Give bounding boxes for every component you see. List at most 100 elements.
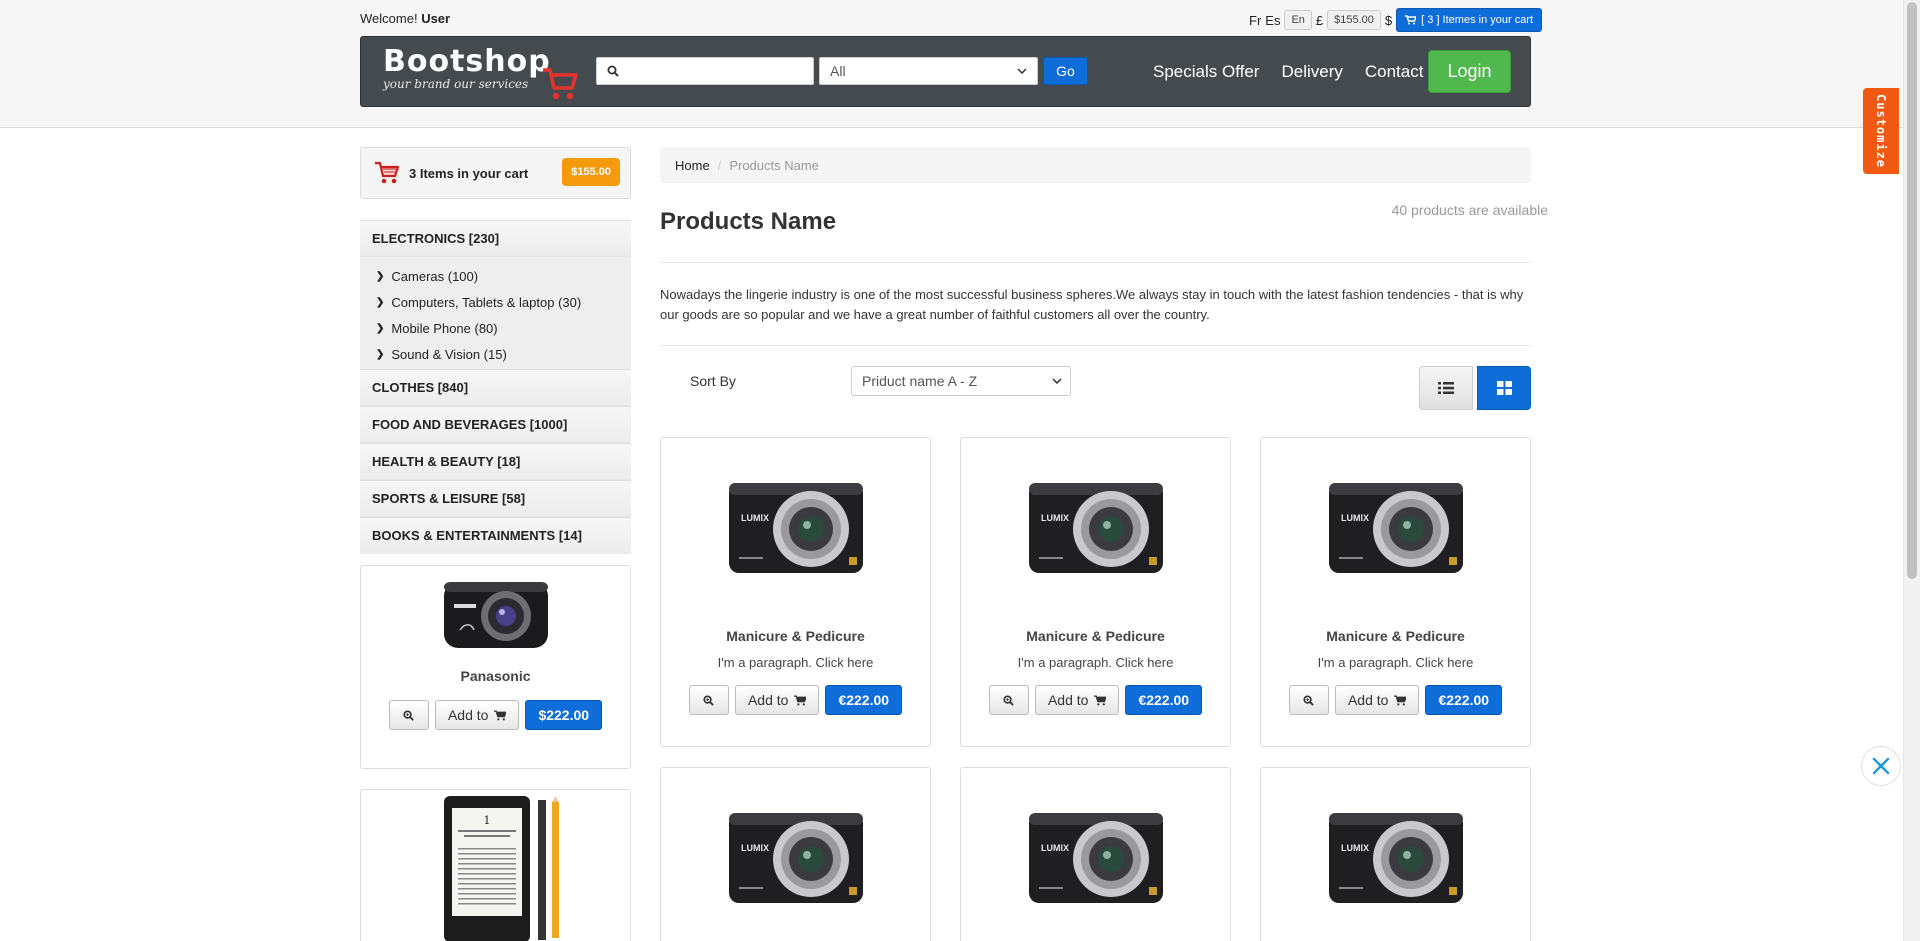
product-image[interactable]: LUMIX xyxy=(661,780,930,930)
add-to-cart-button[interactable]: Add to xyxy=(434,700,520,730)
zoom-icon xyxy=(1303,694,1315,706)
zoom-button[interactable] xyxy=(988,685,1029,715)
product-card: LUMIX Manicure & Pedicure I'm a paragrap… xyxy=(660,437,931,747)
add-to-cart-button[interactable]: Add to xyxy=(1334,685,1420,715)
logo[interactable]: Bootshop your brand our services xyxy=(383,46,578,100)
svg-text:1: 1 xyxy=(483,814,490,827)
lang-fr[interactable]: Fr xyxy=(1249,13,1261,28)
sort-select[interactable]: Priduct name A - Z xyxy=(851,366,1071,396)
zoom-button[interactable] xyxy=(688,685,729,715)
zoom-icon xyxy=(1003,694,1015,706)
header-band: Welcome! User Fr Es En £ $155.00 $ [ 3 ]… xyxy=(0,0,1903,128)
product-card: LUMIX xyxy=(960,767,1231,941)
product-image[interactable]: LUMIX xyxy=(661,450,930,600)
nav-link-specials[interactable]: Specials Offer xyxy=(1153,62,1259,82)
login-button[interactable]: Login xyxy=(1428,50,1511,93)
camera-image: LUMIX xyxy=(1028,813,1163,903)
add-to-cart-label: Add to xyxy=(1047,692,1089,708)
camera-image: LUMIX xyxy=(728,483,863,573)
list-view-button[interactable] xyxy=(1419,366,1473,410)
product-description: I'm a paragraph. Click here xyxy=(717,655,874,670)
customize-label: Customize xyxy=(1874,93,1888,169)
compact-camera-image xyxy=(443,582,548,648)
sidebar-featured-product: Panasonic Add to $222.00 xyxy=(360,565,631,769)
lang-en[interactable]: En xyxy=(1284,10,1312,30)
customize-tab[interactable]: Customize xyxy=(1863,88,1899,174)
product-card: LUMIX Manicure & Pedicure I'm a paragrap… xyxy=(1260,437,1531,747)
product-image[interactable]: 1 xyxy=(361,794,630,941)
add-to-cart-label: Add to xyxy=(747,692,789,708)
price-button[interactable]: $222.00 xyxy=(525,700,603,730)
product-image[interactable] xyxy=(361,572,630,656)
sidebar-cart-text: 3 Items in your cart xyxy=(409,165,529,181)
svg-text:LUMIX: LUMIX xyxy=(1341,513,1369,523)
subcategory-mobile[interactable]: ❯ Mobile Phone (80) xyxy=(360,315,631,341)
subcategory-label: Sound & Vision (15) xyxy=(391,346,507,362)
currency-gbp[interactable]: £ xyxy=(1316,13,1323,28)
product-card: LUMIX xyxy=(1260,767,1531,941)
zoom-icon xyxy=(703,694,715,706)
scrollbar-thumb[interactable] xyxy=(1907,2,1917,579)
product-name[interactable]: Manicure & Pedicure xyxy=(1261,628,1530,644)
electronics-subcategories: ❯ Cameras (100) ❯ Computers, Tablets & lap… xyxy=(360,257,631,369)
category-electronics[interactable]: ELECTRONICS [230] xyxy=(360,220,631,257)
price-button[interactable]: €222.00 xyxy=(825,685,903,715)
category-select[interactable]: All xyxy=(819,57,1038,85)
subcategory-sound[interactable]: ❯ Sound & Vision (15) xyxy=(360,341,631,367)
category-description: Nowadays the lingerie industry is one of… xyxy=(660,287,1524,322)
lang-es[interactable]: Es xyxy=(1265,13,1280,28)
sidebar-cart-summary[interactable]: 3 Items in your cart $155.00 xyxy=(360,147,631,199)
nav-link-delivery[interactable]: Delivery xyxy=(1281,62,1342,82)
category-food[interactable]: FOOD AND BEVERAGES [1000] xyxy=(360,406,631,443)
category-books[interactable]: BOOKS & ENTERTAINMENTS [14] xyxy=(360,517,631,554)
breadcrumb-home[interactable]: Home xyxy=(675,158,710,173)
add-to-cart-button[interactable]: Add to xyxy=(1034,685,1120,715)
products-available: 40 products are available xyxy=(1391,202,1548,218)
floating-tool-button[interactable] xyxy=(1861,746,1901,786)
welcome-prefix: Welcome! xyxy=(360,11,418,26)
svg-text:LUMIX: LUMIX xyxy=(741,513,769,523)
nav-link-contact[interactable]: Contact xyxy=(1365,62,1424,82)
grid-view-button[interactable] xyxy=(1477,366,1531,410)
search-box[interactable] xyxy=(596,57,814,85)
camera-image: LUMIX xyxy=(1328,813,1463,903)
zoom-button[interactable] xyxy=(1288,685,1329,715)
product-card: LUMIX Manicure & Pedicure I'm a paragrap… xyxy=(960,437,1231,747)
search-input[interactable] xyxy=(627,63,807,79)
page-scrollbar[interactable] xyxy=(1903,0,1920,941)
ereader-image: 1 xyxy=(443,796,559,941)
logo-cart-icon xyxy=(543,68,578,100)
product-image[interactable]: LUMIX xyxy=(961,450,1230,600)
header-cart-button[interactable]: [ 3 ] Itemes in your cart xyxy=(1396,8,1543,32)
chevron-down-icon xyxy=(1052,378,1062,384)
cart-icon xyxy=(1094,694,1107,705)
add-to-cart-button[interactable]: Add to xyxy=(734,685,820,715)
category-health[interactable]: HEALTH & BEAUTY [18] xyxy=(360,443,631,480)
close-icon xyxy=(1872,757,1890,775)
grid-icon xyxy=(1496,381,1512,395)
product-image[interactable]: LUMIX xyxy=(1261,450,1530,600)
product-image[interactable]: LUMIX xyxy=(961,780,1230,930)
category-clothes[interactable]: CLOTHES [840] xyxy=(360,369,631,406)
product-name[interactable]: Manicure & Pedicure xyxy=(961,628,1230,644)
go-button[interactable]: Go xyxy=(1043,57,1088,85)
category-select-value: All xyxy=(830,63,846,79)
product-image[interactable]: LUMIX xyxy=(1261,780,1530,930)
price-button[interactable]: €222.00 xyxy=(1425,685,1503,715)
currency-usd[interactable]: $ xyxy=(1385,13,1392,28)
product-name[interactable]: Manicure & Pedicure xyxy=(661,628,930,644)
product-actions: Add to €222.00 xyxy=(661,685,930,715)
product-actions: Add to €222.00 xyxy=(961,685,1230,715)
sidebar-ereader-product: 1 xyxy=(360,789,631,941)
divider xyxy=(660,262,1531,263)
price-button[interactable]: €222.00 xyxy=(1125,685,1203,715)
subcategory-cameras[interactable]: ❯ Cameras (100) xyxy=(360,263,631,289)
page-title: Products Name xyxy=(660,208,837,235)
subcategory-computers[interactable]: ❯ Computers, Tablets & laptop (30) xyxy=(360,289,631,315)
product-name[interactable]: Panasonic xyxy=(361,668,630,684)
welcome-message: Welcome! User xyxy=(360,11,450,26)
svg-text:LUMIX: LUMIX xyxy=(1341,843,1369,853)
category-sports[interactable]: SPORTS & LEISURE [58] xyxy=(360,480,631,517)
nav-links: Specials Offer Delivery Contact xyxy=(1153,62,1423,82)
zoom-button[interactable] xyxy=(388,700,429,730)
